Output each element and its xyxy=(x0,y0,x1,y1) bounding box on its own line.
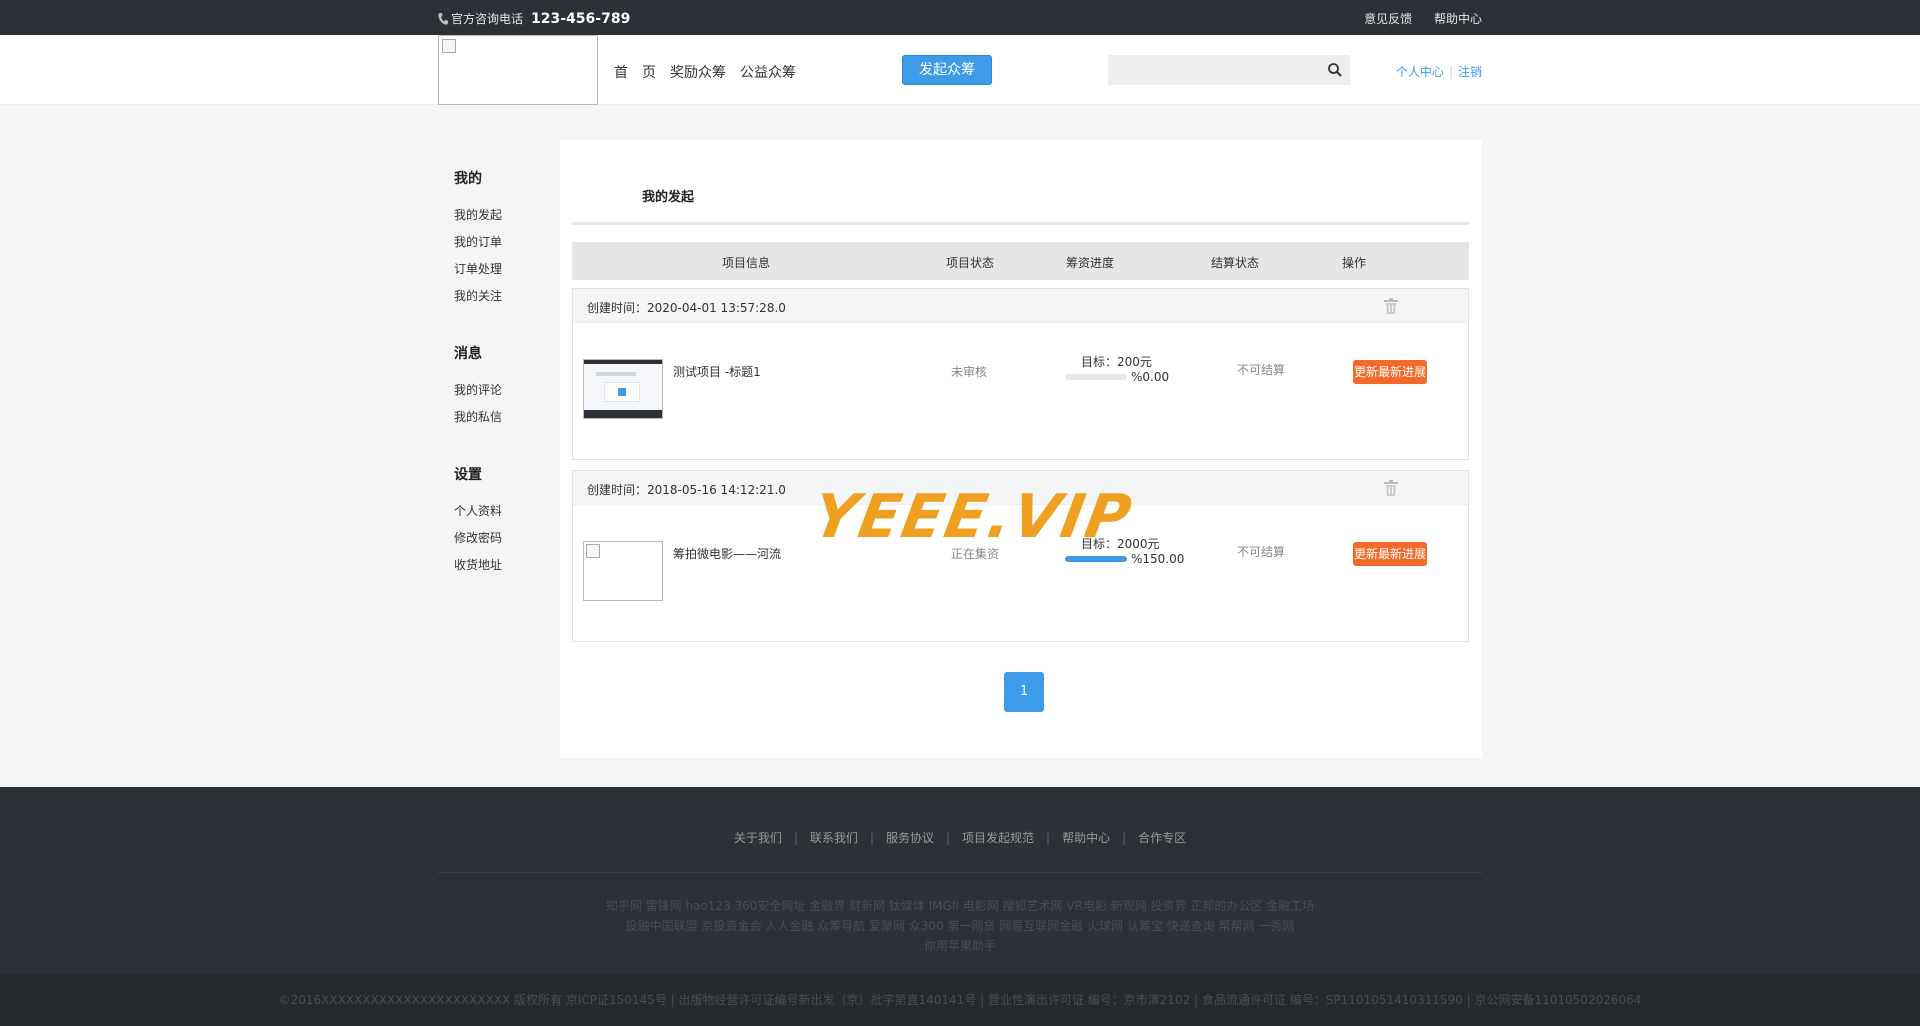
divider: | xyxy=(945,831,951,845)
watermark: YEEE.VIP xyxy=(807,482,1139,552)
hotline-label: 官方咨询电话 xyxy=(451,12,524,26)
hotline-number: 123-456-789 xyxy=(531,10,631,27)
sidebar: 我的 我的发起 我的订单 订单处理 我的关注 消息 我的评论 我的私信 设置 个… xyxy=(438,140,548,585)
divider: | xyxy=(869,831,874,845)
column-header: 筹资进度 xyxy=(1066,256,1115,270)
divider xyxy=(572,222,1469,225)
sidebar-group-title: 消息 xyxy=(454,346,482,362)
column-header: 结算状态 xyxy=(1211,256,1260,270)
trash-icon[interactable] xyxy=(1383,479,1399,497)
sidebar-item-my-launches[interactable]: 我的发起 xyxy=(454,208,548,235)
order-header: 创建时间：2020-04-01 13:57:28.0 xyxy=(573,289,1468,323)
funding-percent: %150.00 xyxy=(1131,552,1185,566)
project-status: 未审核 xyxy=(951,365,988,379)
thumbnail-header xyxy=(584,360,662,364)
thumbnail-accent xyxy=(618,388,626,396)
footer-links: 关于我们 | 联系我们 | 服务协议 | 项目发起规范 | 帮助中心 | 合作专区 xyxy=(0,829,1920,846)
sidebar-item-my-messages[interactable]: 我的私信 xyxy=(454,410,548,437)
column-header: 项目信息 xyxy=(722,256,771,270)
sidebar-item-my-orders[interactable]: 我的订单 xyxy=(454,235,548,262)
footer-link-help[interactable]: 帮助中心 xyxy=(1062,831,1110,845)
created-time: 创建时间：2020-04-01 13:57:28.0 xyxy=(587,301,786,315)
friend-links-line[interactable]: 你用苹果助手 xyxy=(580,936,1340,956)
project-thumbnail[interactable] xyxy=(583,359,663,419)
logo[interactable] xyxy=(438,35,598,105)
divider: | xyxy=(1046,831,1051,845)
divider xyxy=(438,872,1482,873)
sidebar-item-my-comments[interactable]: 我的评论 xyxy=(454,383,548,410)
copyright-bar: ©2016XXXXXXXXXXXXXXXXXXXXXXX 版权所有 京ICP证1… xyxy=(0,974,1920,1026)
column-header: 项目状态 xyxy=(946,256,995,270)
thumbnail-banner xyxy=(596,372,636,376)
header: 首 页 奖励众筹 公益众筹 发起众筹 个人中心 | 注销 xyxy=(0,35,1920,105)
footer-link-terms[interactable]: 服务协议 xyxy=(886,831,934,845)
friend-links-line[interactable]: 投融中国联盟 京投资金会 人人金融 众筹导航 爱聚网 众300 第一网贷 网易互… xyxy=(580,916,1340,936)
project-thumbnail[interactable] xyxy=(583,541,663,601)
sidebar-group-settings: 设置 个人资料 修改密码 收货地址 xyxy=(454,464,548,585)
personal-center-link[interactable]: 个人中心 xyxy=(1396,65,1444,79)
sidebar-group-mine: 我的 我的发起 我的订单 订单处理 我的关注 xyxy=(454,168,548,316)
sidebar-item-my-follows[interactable]: 我的关注 xyxy=(454,289,548,316)
top-bar: 官方咨询电话 123-456-789 意见反馈 帮助中心 xyxy=(0,0,1920,35)
main-nav: 首 页 奖励众筹 公益众筹 xyxy=(614,62,810,82)
phone-icon xyxy=(438,12,448,25)
order-card: 创建时间：2020-04-01 13:57:28.0 测试项目 -标题1 未审核… xyxy=(572,288,1469,460)
funding-percent: %0.00 xyxy=(1131,370,1170,384)
help-center-link[interactable]: 帮助中心 xyxy=(1434,12,1482,26)
created-time: 创建时间：2018-05-16 14:12:21.0 xyxy=(587,483,786,497)
settlement-status: 不可结算 xyxy=(1237,363,1286,377)
table-header: 项目信息 项目状态 筹资进度 结算状态 操作 xyxy=(572,242,1469,280)
footer-link-cooperation[interactable]: 合作专区 xyxy=(1138,831,1186,845)
footer-link-about[interactable]: 关于我们 xyxy=(734,831,782,845)
divider: | xyxy=(1448,65,1453,79)
thumbnail-footer xyxy=(584,410,662,418)
nav-charity-crowdfunding[interactable]: 公益众筹 xyxy=(740,62,796,82)
settlement-status: 不可结算 xyxy=(1237,545,1286,559)
trash-icon[interactable] xyxy=(1383,297,1399,315)
hotline: 官方咨询电话 123-456-789 xyxy=(438,10,630,27)
logout-link[interactable]: 注销 xyxy=(1458,65,1482,79)
copyright-text: ©2016XXXXXXXXXXXXXXXXXXXXXXX 版权所有 京ICP证1… xyxy=(278,993,1642,1007)
project-name[interactable]: 测试项目 -标题1 xyxy=(673,363,761,380)
footer: 关于我们 | 联系我们 | 服务协议 | 项目发起规范 | 帮助中心 | 合作专区 知乎网 雷锋网 … xyxy=(0,787,1920,1026)
funding-progress-bar xyxy=(1065,556,1127,562)
content-panel: 我的发起 项目信息 项目状态 筹资进度 结算状态 操作 创建时间：2020-04… xyxy=(560,140,1482,758)
feedback-link[interactable]: 意见反馈 xyxy=(1364,12,1412,26)
search-icon[interactable] xyxy=(1327,62,1343,78)
search-box xyxy=(1108,55,1350,85)
project-name[interactable]: 筹拍微电影——河流 xyxy=(673,545,781,562)
nav-home[interactable]: 首 页 xyxy=(614,62,656,82)
sidebar-item-change-password[interactable]: 修改密码 xyxy=(454,531,548,558)
divider: | xyxy=(793,831,798,845)
funding-progress-bar xyxy=(1065,374,1127,380)
launch-crowdfunding-button[interactable]: 发起众筹 xyxy=(902,55,992,85)
footer-link-contact[interactable]: 联系我们 xyxy=(810,831,858,845)
sidebar-item-profile[interactable]: 个人资料 xyxy=(454,504,548,531)
broken-image-icon xyxy=(586,544,600,558)
broken-image-icon xyxy=(442,39,456,53)
pagination-page[interactable]: 1 xyxy=(1004,672,1044,712)
nav-reward-crowdfunding[interactable]: 奖励众筹 xyxy=(670,62,726,82)
sidebar-group-title: 我的 xyxy=(454,171,482,187)
update-progress-button[interactable]: 更新最新进展 xyxy=(1353,542,1427,566)
friend-links: 知乎网 雷锋网 hao123 360安全网址 金融界 财新网 钛媒体 IMGII… xyxy=(580,896,1340,956)
update-progress-button[interactable]: 更新最新进展 xyxy=(1353,360,1427,384)
divider: | xyxy=(1122,831,1127,845)
sidebar-group-messages: 消息 我的评论 我的私信 xyxy=(454,343,548,437)
sidebar-group-title: 设置 xyxy=(454,467,482,483)
search-input[interactable] xyxy=(1108,55,1318,85)
sidebar-item-order-processing[interactable]: 订单处理 xyxy=(454,262,548,289)
footer-link-project-rules[interactable]: 项目发起规范 xyxy=(962,831,1034,845)
sidebar-item-shipping-address[interactable]: 收货地址 xyxy=(454,558,548,585)
column-header: 操作 xyxy=(1342,256,1367,270)
funding-target: 目标：200元 xyxy=(1081,355,1152,369)
progress-fill xyxy=(1065,556,1127,562)
friend-links-line[interactable]: 知乎网 雷锋网 hao123 360安全网址 金融界 财新网 钛媒体 IMGII… xyxy=(580,896,1340,916)
page-title: 我的发起 xyxy=(642,190,695,205)
